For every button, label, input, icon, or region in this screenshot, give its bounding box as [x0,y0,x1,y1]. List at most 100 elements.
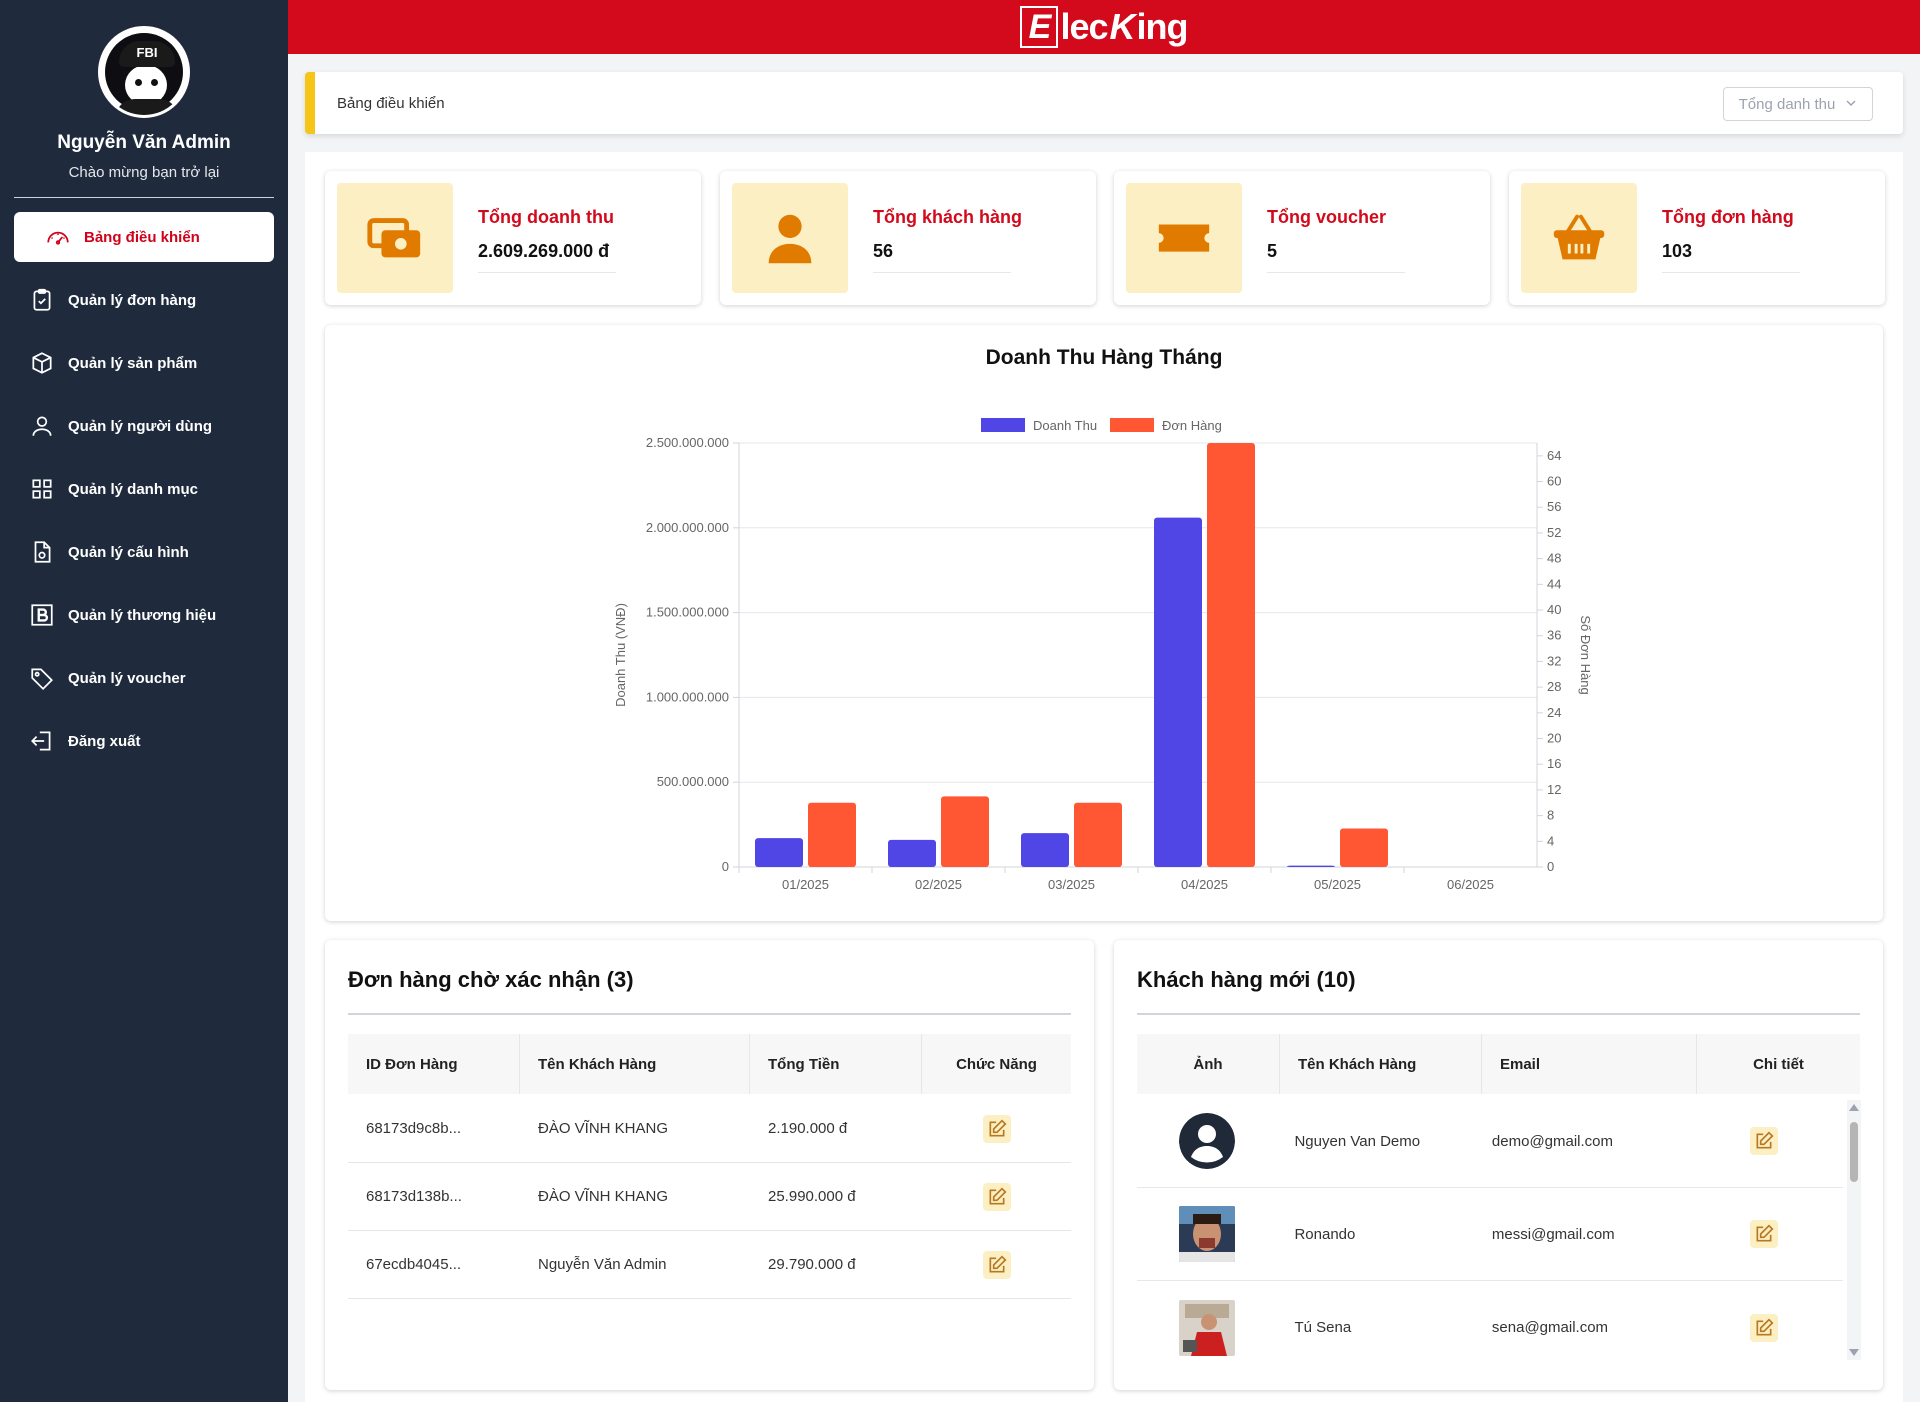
money-icon [367,218,421,258]
revenue-filter-select[interactable]: Tổng danh thu [1723,87,1873,121]
customer-name: Ronando [1294,1225,1356,1243]
bar-orders [1340,828,1388,867]
y2-tick-label: 20 [1547,731,1561,746]
y2-tick-label: 0 [1547,859,1554,874]
profile: FBI Nguyễn Văn Admin Chào mừng bạn trở l… [0,0,288,181]
ticket-icon [1158,224,1210,252]
sidebar-item-logout[interactable]: Đăng xuất [14,716,274,766]
x-tick-label: 01/2025 [782,877,829,892]
new-customers-card: Khách hàng mới (10) Ảnh Tên Khách Hàng E… [1114,940,1883,1390]
view-customer-button[interactable] [1749,1127,1778,1155]
stat-value: 5 [1267,241,1405,273]
y-tick-label: 500.000.000 [657,774,729,789]
y2-tick-label: 32 [1547,653,1561,668]
sidebar-item-config[interactable]: Quản lý cấu hình [14,527,274,577]
bar-revenue [1021,833,1069,867]
basket-icon [1553,214,1605,260]
legend-swatch [981,418,1025,432]
column-header: ID Đơn Hàng [348,1034,520,1094]
brand-icon [28,601,56,629]
y2-tick-label: 44 [1547,576,1561,591]
stat-label: Tổng khách hàng [873,207,1023,227]
profile-subtitle: Chào mừng bạn trở lại [68,164,220,181]
edit-order-button[interactable] [982,1250,1011,1279]
customer-photo [1178,1299,1235,1356]
elecking-logo[interactable]: E lec K ing [1020,6,1189,48]
customer-photo [1178,1206,1235,1262]
customer-email: demo@gmail.com [1491,1132,1614,1150]
top-bar: E lec K ing [288,0,1920,54]
sidebar-item-label: Quản lý cấu hình [68,543,189,561]
column-header: Tổng Tiền [750,1034,922,1094]
stat-value: 56 [873,241,1011,273]
y-tick-label: 1.000.000.000 [646,689,729,704]
user-icon [28,412,56,440]
scroll-down-icon[interactable] [1849,1349,1859,1356]
logo-badge: E [1020,6,1059,48]
bar-revenue [755,838,803,867]
sidebar-item-products[interactable]: Quản lý sản phẩm [14,338,274,388]
order-total: 25.990.000 đ [768,1188,856,1205]
chevron-down-icon [1845,96,1857,113]
tag-icon [28,664,56,692]
breadcrumb: Bảng điều khiển Tổng danh thu [305,72,1903,134]
x-tick-label: 02/2025 [915,877,962,892]
logo-text-end: ing [1136,6,1189,47]
sidebar-item-dashboard[interactable]: Bảng điều khiển [14,212,274,262]
sidebar-item-orders[interactable]: Quản lý đơn hàng [14,275,274,325]
sidebar-nav: Bảng điều khiển Quản lý đơn hàng Quản lý… [0,212,288,766]
sidebar-item-label: Quản lý thương hiệu [68,606,217,624]
y2-tick-label: 36 [1547,628,1561,643]
y2-tick-label: 60 [1547,474,1561,489]
y-tick-label: 2.000.000.000 [646,520,729,535]
customer-email: sena@gmail.com [1491,1319,1609,1336]
default-avatar-icon [1178,1113,1235,1169]
pending-orders-card: Đơn hàng chờ xác nhận (3) ID Đơn Hàng Tê… [325,940,1094,1390]
table-header: Ảnh Tên Khách Hàng Email Chi tiết [1137,1034,1860,1094]
edit-order-button[interactable] [982,1114,1011,1143]
order-id: 67ecdb4045... [366,1256,462,1273]
sidebar-item-categories[interactable]: Quản lý danh mục [14,464,274,514]
revenue-chart: Doanh Thu Hàng Tháng Doanh Thu Đơn Hàng 0 50… [613,346,1593,892]
y2-tick-label: 4 [1547,833,1554,848]
document-icon [28,538,56,566]
scroll-thumb[interactable] [1850,1122,1858,1182]
y2-tick-label: 24 [1547,705,1561,720]
stat-value: 2.609.269.000 đ [478,241,616,273]
chart-title: Doanh Thu Hàng Tháng [986,346,1223,369]
y2-axis-title: Số Đơn Hàng [1578,615,1593,694]
sidebar-item-users[interactable]: Quản lý người dùng [14,401,274,451]
bar-revenue [888,839,936,867]
edit-order-button[interactable] [982,1182,1011,1211]
y2-tick-label: 52 [1547,525,1561,540]
edit-icon [989,1118,1007,1136]
sidebar-item-brands[interactable]: Quản lý thương hiệu [14,590,274,640]
stat-card-revenue: Tổng doanh thu 2.609.269.000 đ [325,171,701,305]
column-header: Ảnh [1137,1034,1280,1094]
sidebar: FBI Nguyễn Văn Admin Chào mừng bạn trở l… [0,0,288,1402]
scroll-up-icon[interactable] [1849,1104,1859,1111]
stat-label: Tổng voucher [1267,207,1387,227]
order-total: 2.190.000 đ [768,1120,848,1137]
logo-text-k: K [1109,6,1136,47]
table-row: Tú Sena sena@gmail.com [1137,1281,1843,1374]
y-tick-label: 1.500.000.000 [646,605,729,620]
card-divider [1137,1013,1860,1015]
customer-name: ĐÀO VĨNH KHANG [538,1188,669,1205]
sidebar-item-label: Bảng điều khiển [84,228,200,246]
table-header: ID Đơn Hàng Tên Khách Hàng Tổng Tiền Chứ… [348,1034,1071,1094]
table-row: Ronando messi@gmail.com [1137,1188,1843,1281]
bar-orders [1207,443,1255,867]
stat-label: Tổng đơn hàng [1662,207,1794,227]
view-customer-button[interactable] [1749,1313,1778,1342]
card-title: Đơn hàng chờ xác nhận (3) [348,967,634,992]
sidebar-item-vouchers[interactable]: Quản lý voucher [14,653,274,703]
customers-scrollbar[interactable] [1847,1100,1861,1360]
customer-email: messi@gmail.com [1491,1225,1615,1243]
sidebar-item-label: Quản lý sản phẩm [68,354,198,372]
sidebar-item-label: Quản lý danh mục [68,480,199,498]
bar-orders [941,796,989,867]
y2-tick-label: 28 [1547,679,1561,694]
page-title: Bảng điều khiển [337,94,445,112]
view-customer-button[interactable] [1749,1220,1778,1248]
